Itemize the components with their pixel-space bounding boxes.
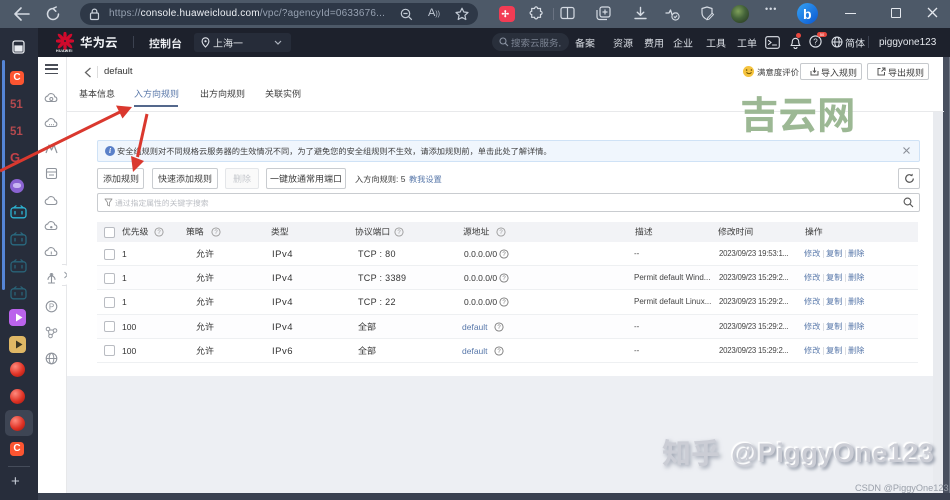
svg-text:?: ? [813, 37, 818, 46]
svg-text:P: P [49, 302, 54, 311]
